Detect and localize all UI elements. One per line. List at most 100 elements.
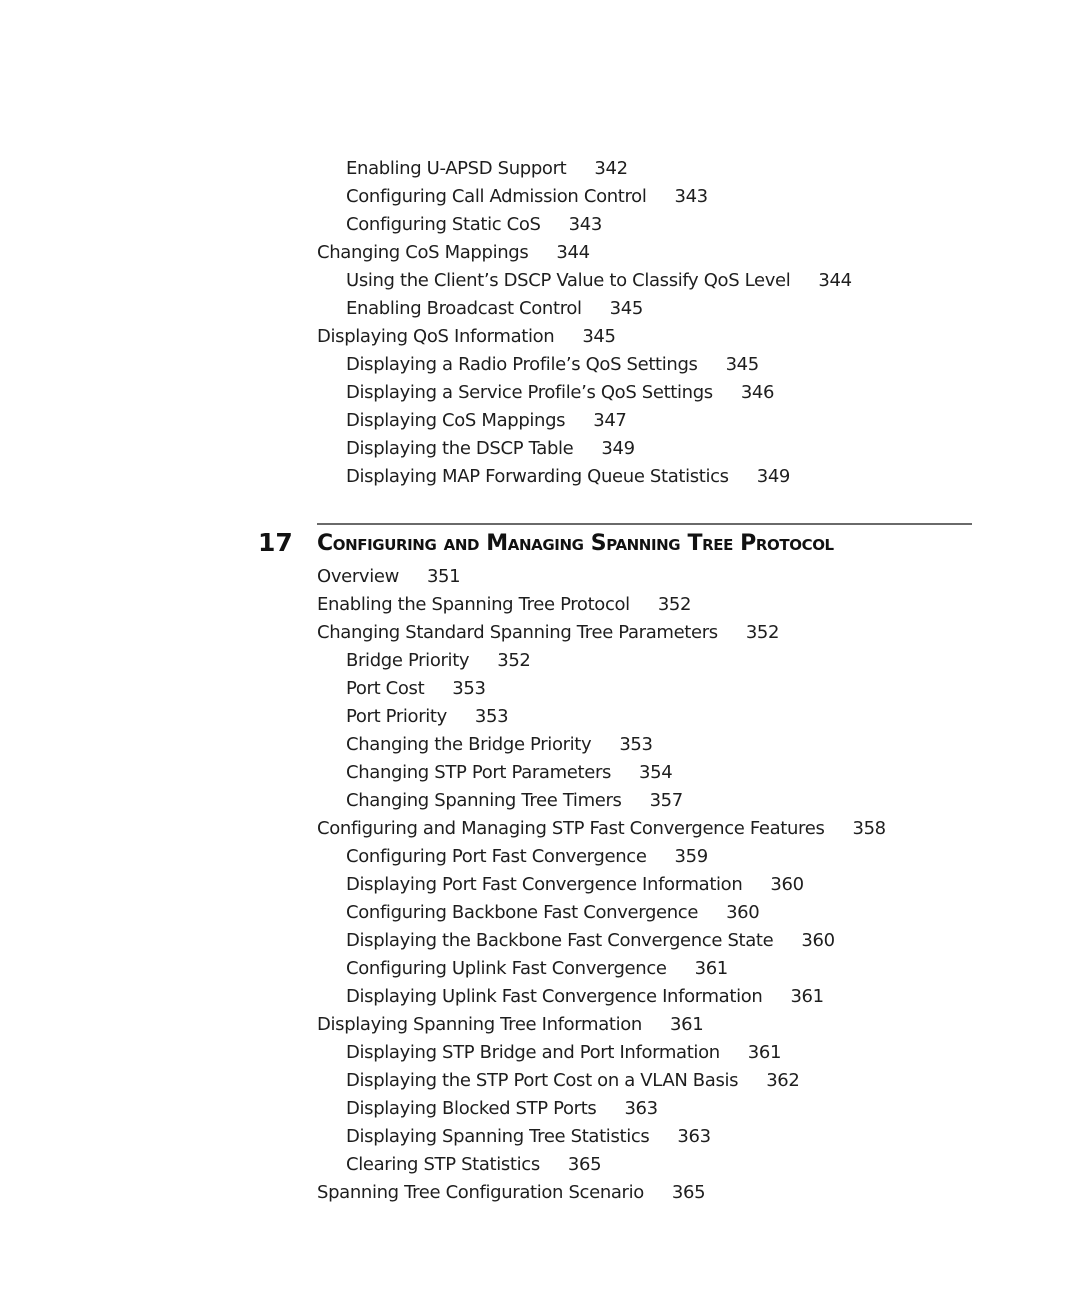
toc-entry-page: 345 bbox=[725, 354, 760, 375]
toc-entry[interactable]: Displaying Blocked STP Ports 363 bbox=[346, 1098, 658, 1120]
toc-entry-title: Port Cost bbox=[346, 678, 425, 699]
toc-entry-title: Displaying the STP Port Cost on a VLAN B… bbox=[346, 1070, 739, 1091]
toc-entry-title: Enabling Broadcast Control bbox=[346, 298, 582, 319]
toc-entry-title: Enabling U-APSD Support bbox=[346, 158, 567, 179]
toc-entry-page: 361 bbox=[669, 1014, 704, 1035]
toc-entry[interactable]: Displaying Spanning Tree Information 361 bbox=[317, 1014, 704, 1036]
toc-entry-title: Changing the Bridge Priority bbox=[346, 734, 592, 755]
toc-entry-page: 361 bbox=[790, 986, 824, 1007]
toc-entry-page: 363 bbox=[677, 1126, 711, 1147]
toc-entry-page: 347 bbox=[593, 410, 627, 431]
toc-entry-title: Changing STP Port Parameters bbox=[346, 762, 612, 783]
toc-entry-title: Displaying a Service Profile’s QoS Setti… bbox=[346, 382, 713, 403]
toc-entry[interactable]: Configuring Call Admission Control 343 bbox=[346, 186, 708, 208]
toc-entry[interactable]: Configuring Backbone Fast Convergence 360 bbox=[346, 902, 760, 924]
toc-entry-title: Configuring Port Fast Convergence bbox=[346, 846, 647, 867]
chapter-title[interactable]: Configuring and Managing Spanning Tree P… bbox=[317, 530, 834, 558]
toc-entry[interactable]: Changing CoS Mappings 344 bbox=[317, 242, 590, 264]
toc-entry-title: Displaying Uplink Fast Convergence Infor… bbox=[346, 986, 763, 1007]
toc-entry-title: Displaying MAP Forwarding Queue Statisti… bbox=[346, 466, 729, 487]
toc-entry-page: 358 bbox=[852, 818, 886, 839]
toc-entry-page: 363 bbox=[624, 1098, 658, 1119]
toc-entry-page: 360 bbox=[801, 930, 835, 951]
toc-entry[interactable]: Displaying the Backbone Fast Convergence… bbox=[346, 930, 835, 952]
toc-entry-page: 357 bbox=[649, 790, 684, 811]
toc-entry[interactable]: Enabling Broadcast Control 345 bbox=[346, 298, 643, 320]
toc-entry[interactable]: Changing Spanning Tree Timers 357 bbox=[346, 790, 683, 812]
toc-entry[interactable]: Changing the Bridge Priority 353 bbox=[346, 734, 653, 756]
toc-entry[interactable]: Displaying CoS Mappings 347 bbox=[346, 410, 627, 432]
toc-entry-title: Displaying the DSCP Table bbox=[346, 438, 574, 459]
toc-entry-title: Changing Spanning Tree Timers bbox=[346, 790, 622, 811]
toc-entry[interactable]: Port Cost 353 bbox=[346, 678, 486, 700]
toc-entry[interactable]: Enabling the Spanning Tree Protocol 352 bbox=[317, 594, 691, 616]
toc-entry-page: 361 bbox=[694, 958, 729, 979]
toc-entry[interactable]: Displaying QoS Information 345 bbox=[317, 326, 616, 348]
toc-entry[interactable]: Configuring Static CoS 343 bbox=[346, 214, 602, 236]
toc-entry[interactable]: Bridge Priority 352 bbox=[346, 650, 531, 672]
toc-entry-title: Overview bbox=[317, 566, 399, 587]
chapter-number: 17 bbox=[258, 528, 293, 557]
toc-entry-title: Configuring Uplink Fast Convergence bbox=[346, 958, 667, 979]
toc-entry-title: Configuring Call Admission Control bbox=[346, 186, 647, 207]
toc-entry[interactable]: Configuring and Managing STP Fast Conver… bbox=[317, 818, 886, 840]
toc-entry-page: 352 bbox=[745, 622, 780, 643]
toc-entry[interactable]: Displaying Spanning Tree Statistics 363 bbox=[346, 1126, 711, 1148]
toc-entry-page: 343 bbox=[568, 214, 603, 235]
toc-entry[interactable]: Displaying STP Bridge and Port Informati… bbox=[346, 1042, 781, 1064]
toc-entry-page: 349 bbox=[756, 466, 791, 487]
toc-entry-title: Port Priority bbox=[346, 706, 447, 727]
toc-entry-page: 353 bbox=[474, 706, 509, 727]
toc-entry[interactable]: Using the Client’s DSCP Value to Classif… bbox=[346, 270, 852, 292]
toc-entry[interactable]: Displaying a Radio Profile’s QoS Setting… bbox=[346, 354, 759, 376]
toc-entry[interactable]: Configuring Uplink Fast Convergence 361 bbox=[346, 958, 728, 980]
toc-entry-page: 345 bbox=[609, 298, 644, 319]
toc-entry-title: Using the Client’s DSCP Value to Classif… bbox=[346, 270, 791, 291]
toc-entry[interactable]: Displaying the DSCP Table 349 bbox=[346, 438, 635, 460]
toc-entry[interactable]: Changing Standard Spanning Tree Paramete… bbox=[317, 622, 779, 644]
toc-entry-title: Configuring Backbone Fast Convergence bbox=[346, 902, 699, 923]
toc-entry[interactable]: Displaying Port Fast Convergence Informa… bbox=[346, 874, 804, 896]
toc-entry-page: 362 bbox=[766, 1070, 800, 1091]
toc-entry-page: 365 bbox=[567, 1154, 602, 1175]
toc-entry-page: 352 bbox=[497, 650, 531, 671]
toc-entry-title: Spanning Tree Configuration Scenario bbox=[317, 1182, 644, 1203]
toc-entry[interactable]: Enabling U-APSD Support 342 bbox=[346, 158, 628, 180]
toc-entry-page: 351 bbox=[426, 566, 461, 587]
toc-entry[interactable]: Displaying the STP Port Cost on a VLAN B… bbox=[346, 1070, 800, 1092]
toc-entry[interactable]: Displaying a Service Profile’s QoS Setti… bbox=[346, 382, 774, 404]
toc-entry-page: 361 bbox=[747, 1042, 782, 1063]
toc-entry[interactable]: Displaying MAP Forwarding Queue Statisti… bbox=[346, 466, 790, 488]
toc-entry-title: Displaying CoS Mappings bbox=[346, 410, 566, 431]
toc-entry-title: Enabling the Spanning Tree Protocol bbox=[317, 594, 630, 615]
toc-entry-page: 353 bbox=[452, 678, 486, 699]
toc-entry[interactable]: Clearing STP Statistics 365 bbox=[346, 1154, 602, 1176]
toc-entry-title: Displaying Port Fast Convergence Informa… bbox=[346, 874, 743, 895]
toc-entry-page: 346 bbox=[740, 382, 775, 403]
toc-entry-page: 344 bbox=[556, 242, 590, 263]
chapter-divider-rule bbox=[317, 523, 972, 525]
toc-entry-page: 342 bbox=[594, 158, 628, 179]
toc-entry[interactable]: Overview 351 bbox=[317, 566, 461, 588]
toc-entry-page: 359 bbox=[674, 846, 709, 867]
toc-entry[interactable]: Spanning Tree Configuration Scenario 365 bbox=[317, 1182, 706, 1204]
toc-entry-page: 349 bbox=[601, 438, 635, 459]
toc-entry-title: Displaying Spanning Tree Statistics bbox=[346, 1126, 650, 1147]
toc-entry-page: 365 bbox=[671, 1182, 706, 1203]
toc-entry-page: 352 bbox=[657, 594, 692, 615]
toc-entry-title: Displaying a Radio Profile’s QoS Setting… bbox=[346, 354, 698, 375]
toc-entry[interactable]: Configuring Port Fast Convergence 359 bbox=[346, 846, 708, 868]
toc-entry-title: Displaying QoS Information bbox=[317, 326, 555, 347]
toc-entry-title: Changing CoS Mappings bbox=[317, 242, 529, 263]
toc-entry-page: 360 bbox=[770, 874, 804, 895]
toc-entry[interactable]: Port Priority 353 bbox=[346, 706, 509, 728]
toc-entry-page: 354 bbox=[639, 762, 673, 783]
toc-entry-title: Displaying STP Bridge and Port Informati… bbox=[346, 1042, 720, 1063]
toc-entry-title: Changing Standard Spanning Tree Paramete… bbox=[317, 622, 718, 643]
toc-entry[interactable]: Changing STP Port Parameters 354 bbox=[346, 762, 673, 784]
toc-entry-title: Displaying Blocked STP Ports bbox=[346, 1098, 597, 1119]
toc-entry-title: Configuring Static CoS bbox=[346, 214, 541, 235]
toc-entry-title: Clearing STP Statistics bbox=[346, 1154, 540, 1175]
toc-entry[interactable]: Displaying Uplink Fast Convergence Infor… bbox=[346, 986, 824, 1008]
toc-entry-title: Configuring and Managing STP Fast Conver… bbox=[317, 818, 825, 839]
